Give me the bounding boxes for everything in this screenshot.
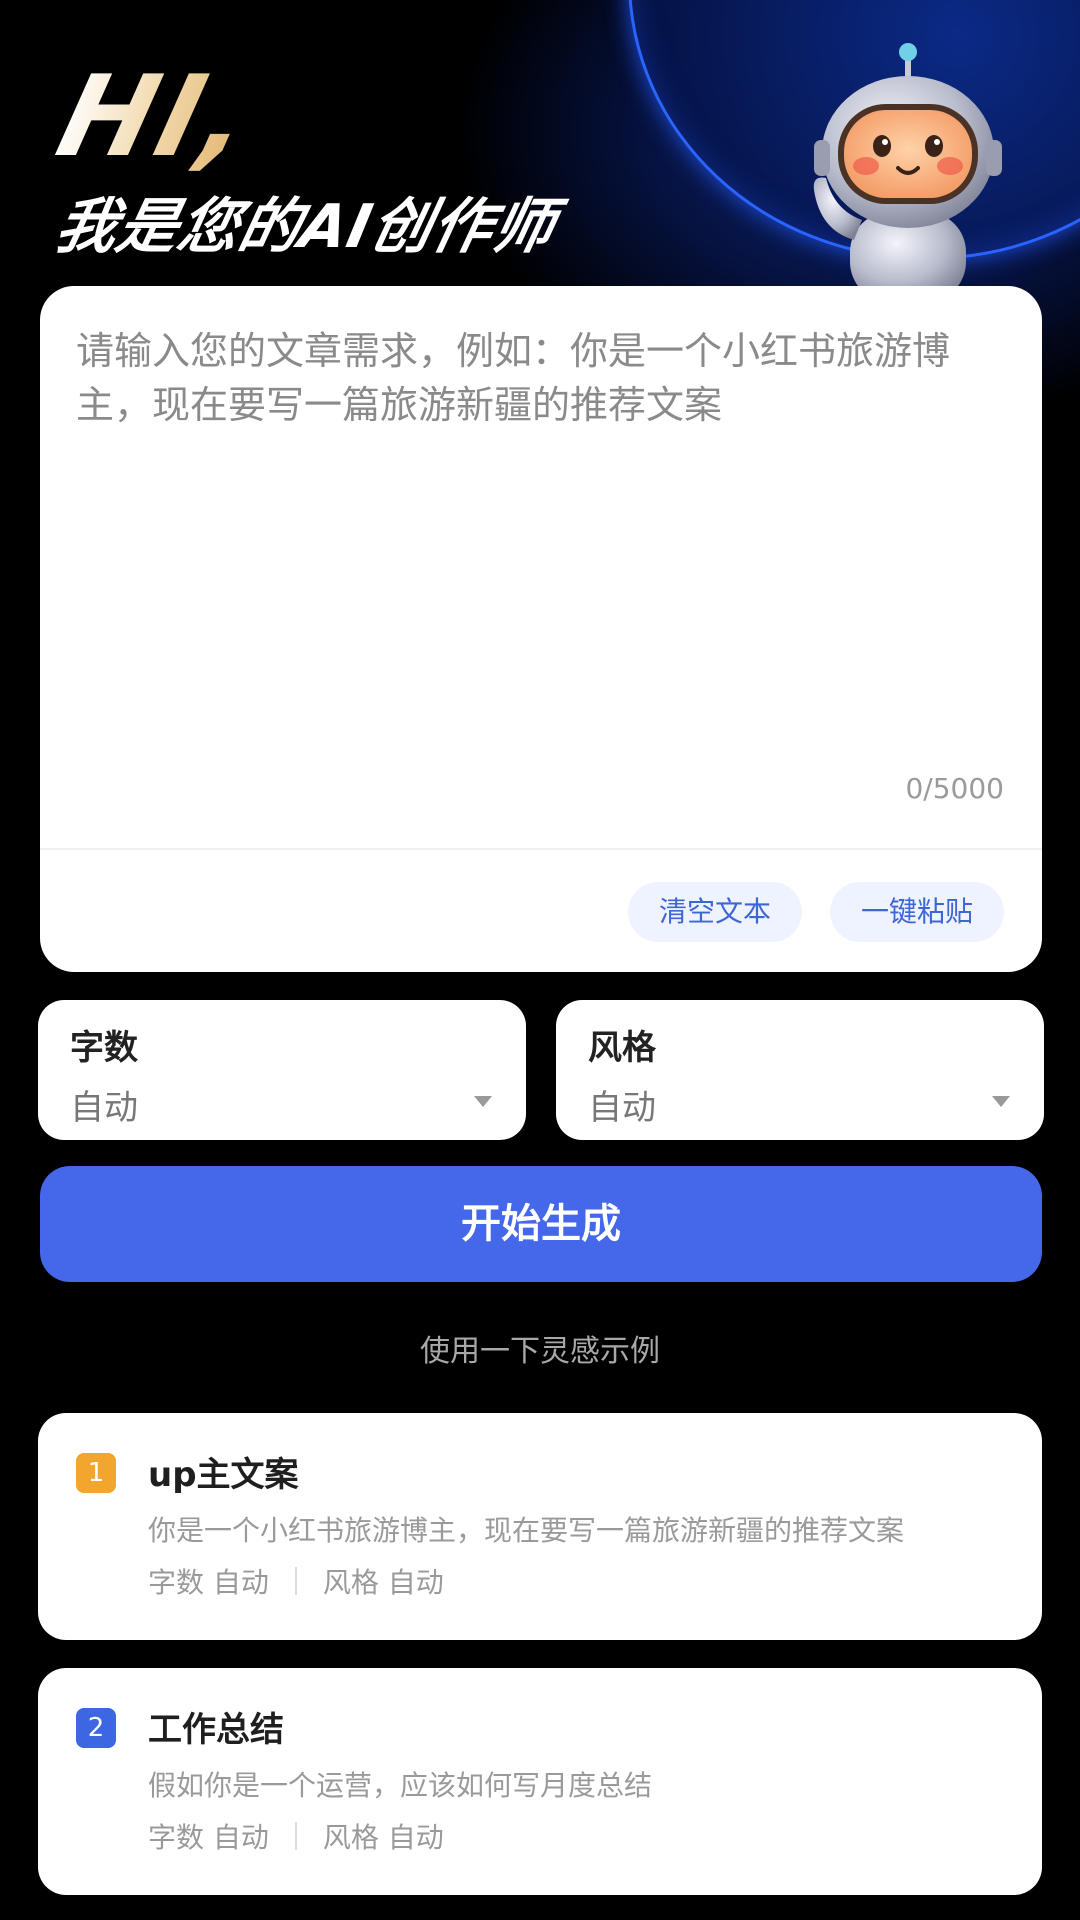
example-title: 工作总结 bbox=[148, 1710, 284, 1750]
astronaut-mascot-icon bbox=[813, 43, 1002, 290]
example-title: up主文案 bbox=[148, 1455, 299, 1495]
prompt-textarea[interactable]: 请输入您的文章需求，例如：你是一个小红书旅游博主，现在要写一篇旅游新疆的推荐文案 bbox=[76, 324, 1006, 432]
example-card[interactable]: 2 工作总结 假如你是一个运营，应该如何写月度总结 字数 自动 风格 自动 bbox=[38, 1668, 1042, 1895]
clear-text-button[interactable]: 清空文本 bbox=[628, 882, 802, 942]
example-index-badge: 2 bbox=[76, 1708, 116, 1748]
example-word-count: 字数 自动 bbox=[148, 1566, 269, 1599]
example-description: 假如你是一个运营，应该如何写月度总结 bbox=[148, 1769, 653, 1802]
prompt-card: 请输入您的文章需求，例如：你是一个小红书旅游博主，现在要写一篇旅游新疆的推荐文案… bbox=[40, 286, 1042, 972]
example-index-badge: 1 bbox=[76, 1453, 116, 1493]
example-meta: 字数 自动 风格 自动 bbox=[148, 1561, 444, 1601]
meta-separator bbox=[294, 1822, 297, 1850]
triangle-down-icon bbox=[474, 1096, 492, 1107]
example-style: 风格 自动 bbox=[322, 1821, 444, 1854]
examples-hint: 使用一下灵感示例 bbox=[420, 1334, 660, 1369]
paste-button[interactable]: 一键粘贴 bbox=[830, 882, 1004, 942]
app-page: HI, 我是您的AI创作师 请输入您的文章需求，例如：你是一个小红书旅游博主，现… bbox=[0, 0, 1080, 1920]
word-count-select[interactable]: 字数 自动 bbox=[38, 1000, 526, 1140]
hero-greeting: HI, bbox=[45, 52, 269, 182]
card-divider bbox=[40, 848, 1042, 850]
style-label: 风格 bbox=[588, 1028, 656, 1068]
example-word-count: 字数 自动 bbox=[148, 1821, 269, 1854]
example-meta: 字数 自动 风格 自动 bbox=[148, 1816, 444, 1856]
example-card[interactable]: 1 up主文案 你是一个小红书旅游博主，现在要写一篇旅游新疆的推荐文案 字数 自… bbox=[38, 1413, 1042, 1640]
word-count-value: 自动 bbox=[70, 1088, 138, 1128]
meta-separator bbox=[294, 1567, 297, 1595]
word-count-label: 字数 bbox=[70, 1028, 138, 1068]
style-value: 自动 bbox=[588, 1088, 656, 1128]
triangle-down-icon bbox=[992, 1096, 1010, 1107]
example-description: 你是一个小红书旅游博主，现在要写一篇旅游新疆的推荐文案 bbox=[148, 1514, 905, 1547]
style-select[interactable]: 风格 自动 bbox=[556, 1000, 1044, 1140]
hero-subtitle: 我是您的AI创作师 bbox=[49, 192, 563, 262]
example-style: 风格 自动 bbox=[322, 1566, 444, 1599]
character-counter: 0/5000 bbox=[905, 772, 1004, 805]
generate-button[interactable]: 开始生成 bbox=[40, 1166, 1042, 1282]
